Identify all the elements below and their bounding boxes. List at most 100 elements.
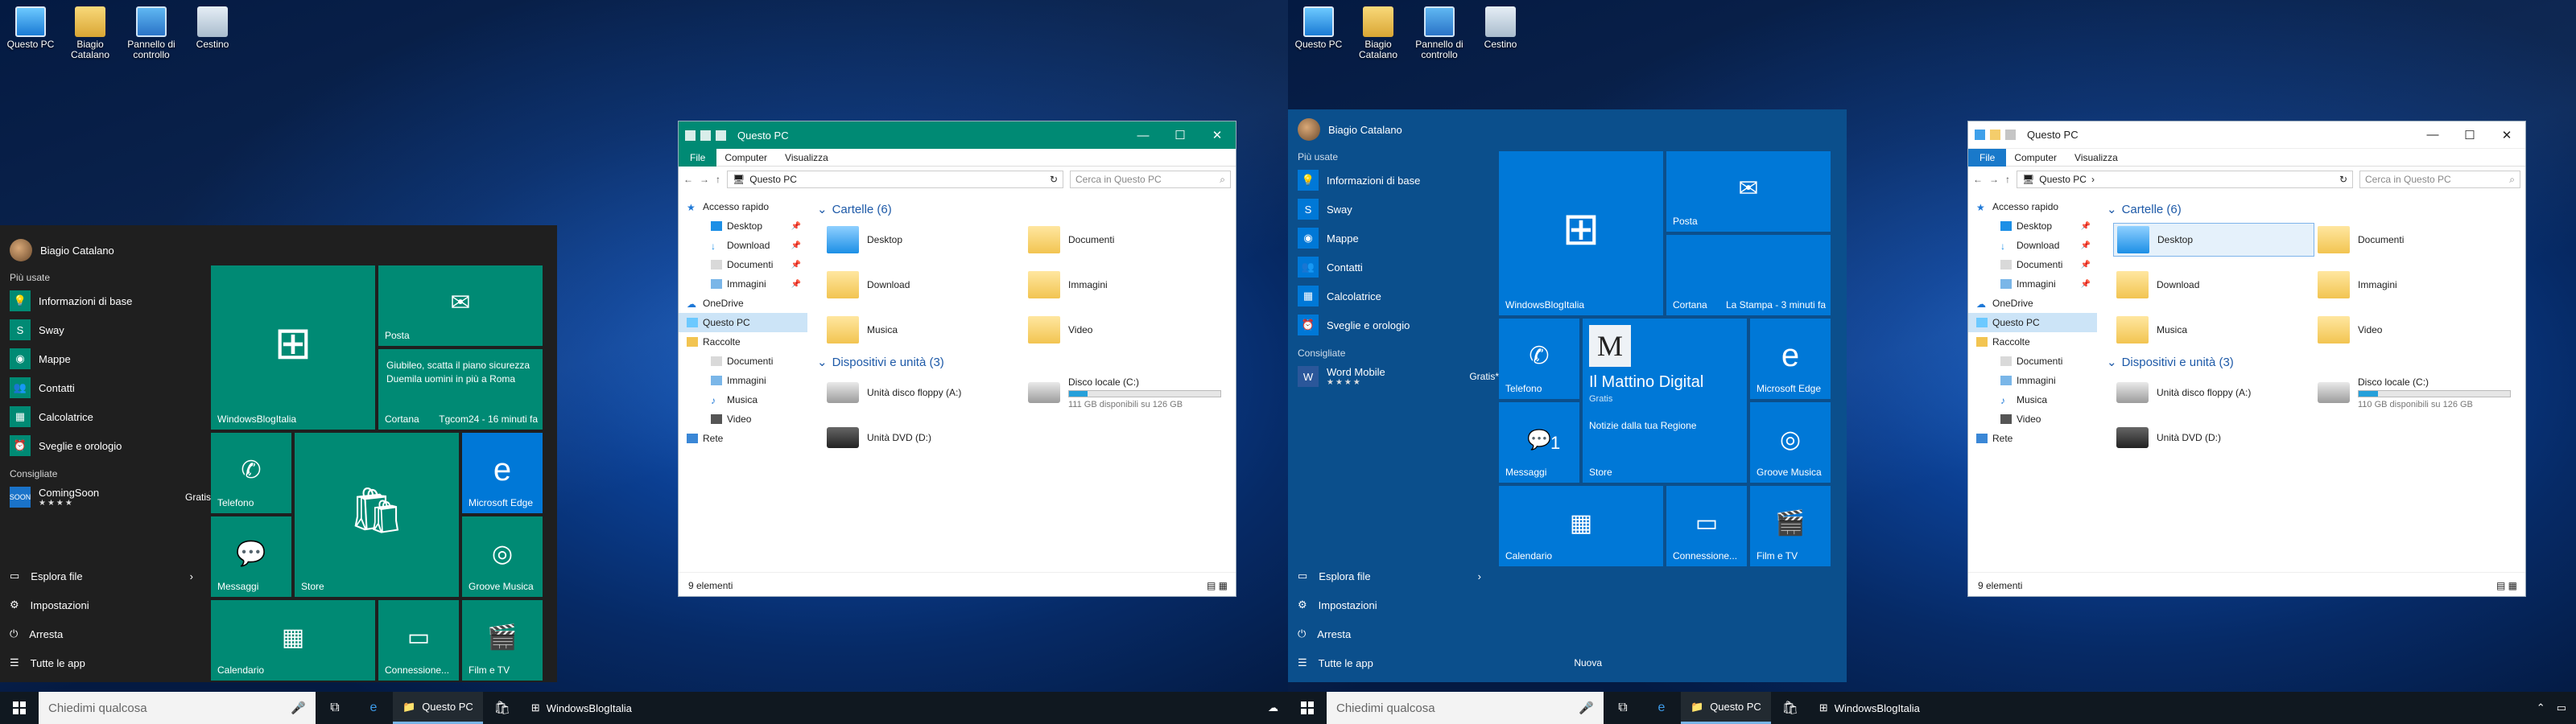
nav-quick-access[interactable]: ★ Accesso rapido [1968, 197, 2097, 216]
tile-phone[interactable]: ✆ Telefono [211, 433, 291, 513]
quick-access-toolbar[interactable] [685, 130, 726, 141]
nav-item[interactable]: Documenti [679, 352, 807, 371]
close-button[interactable]: ✕ [1199, 128, 1236, 142]
start-button[interactable] [1288, 692, 1327, 724]
notification-icon[interactable]: ☁ [1268, 701, 1278, 714]
tile-connect[interactable]: ▭ Connessione... [1666, 486, 1747, 566]
nav-item[interactable]: Desktop 📌 [1968, 216, 2097, 236]
cortana-search[interactable]: Chiedimi qualcosa 🎤 [1327, 692, 1604, 724]
all-apps-link[interactable]: ☰ Tutte le app [0, 648, 193, 677]
tile-messages[interactable]: 💬 Messaggi [211, 516, 291, 597]
taskbar-explorer[interactable]: 📁 Questo PC [1681, 692, 1771, 724]
folder-item[interactable]: Video [2314, 313, 2516, 347]
app-item[interactable]: 💡 Informazioni di base [1298, 166, 1499, 195]
tab-view[interactable]: Visualizza [2074, 152, 2118, 163]
tile-cortana[interactable]: Giubileo, scatta il piano sicurezza Duem… [378, 349, 543, 430]
desktop-icon-recycle-bin[interactable]: Cestino [184, 6, 242, 50]
desktop-icon-control-panel[interactable]: Pannello di controllo [1410, 6, 1468, 60]
refresh-icon[interactable]: ↻ [1050, 174, 1058, 185]
forward-icon[interactable]: → [700, 174, 709, 185]
nav-onedrive[interactable]: ☁ OneDrive [679, 294, 807, 313]
explorer-link[interactable]: ▭ Esplora file › [0, 562, 193, 590]
tab-view[interactable]: Visualizza [785, 152, 828, 163]
forward-icon[interactable]: → [1989, 174, 1999, 185]
tile-wbi[interactable]: ⊞ WindowsBlogItalia [1499, 151, 1663, 315]
tile-store[interactable]: 🛍 Store [295, 433, 459, 597]
nav-item[interactable]: ♪ Musica [1968, 390, 2097, 409]
drive-item[interactable]: Unità disco floppy (A:) [824, 376, 1025, 409]
nav-item[interactable]: Video [679, 409, 807, 429]
nav-item[interactable]: Video [1968, 409, 2097, 429]
address-box[interactable]: 🖥 Questo PC › ↻ [2017, 171, 2353, 188]
tile-edge[interactable]: e Microsoft Edge [1750, 319, 1831, 399]
nav-network[interactable]: Rete [1968, 429, 2097, 448]
up-icon[interactable]: ↑ [716, 174, 720, 185]
view-toggle-icon[interactable]: ▤ ▦ [1207, 580, 1228, 591]
tile-edge[interactable]: e Microsoft Edge [462, 433, 543, 513]
folder-item[interactable]: Musica [824, 313, 1025, 347]
up-icon[interactable]: ↑ [2005, 174, 2010, 185]
folder-item[interactable]: Download [824, 268, 1025, 302]
tile-messages[interactable]: 💬 1 Messaggi [1499, 402, 1579, 483]
nav-item[interactable]: Immagini 📌 [1968, 274, 2097, 294]
nav-item[interactable]: Documenti 📌 [1968, 255, 2097, 274]
chevron-up-icon[interactable]: ⌃ [2537, 701, 2545, 714]
edge-icon[interactable]: e [354, 701, 393, 715]
network-tray-icon[interactable]: ▭ [2557, 701, 2566, 714]
settings-link[interactable]: ⚙ Impostazioni [1288, 590, 1481, 619]
start-button[interactable] [0, 692, 39, 724]
settings-link[interactable]: ⚙ Impostazioni [0, 590, 193, 619]
maximize-button[interactable]: ☐ [2451, 128, 2488, 142]
desktop-icon-recycle-bin[interactable]: Cestino [1472, 6, 1530, 50]
address-box[interactable]: 🖥 Questo PC ↻ [727, 171, 1063, 188]
taskbar-wbi[interactable]: ⊞ WindowsBlogItalia [522, 692, 642, 724]
folder-item[interactable]: Download [2113, 268, 2314, 302]
drive-item[interactable]: Unità DVD (D:) [824, 421, 1025, 455]
app-item[interactable]: 👥 Contatti [1298, 253, 1499, 282]
minimize-button[interactable]: — [1125, 129, 1162, 142]
folder-item[interactable]: Video [1025, 313, 1226, 347]
view-toggle-icon[interactable]: ▤ ▦ [2496, 580, 2517, 591]
app-item[interactable]: 👥 Contatti [10, 373, 211, 402]
store-icon[interactable]: 🛍 [483, 700, 522, 716]
tab-computer[interactable]: Computer [2014, 152, 2057, 163]
tab-file[interactable]: File [679, 148, 717, 167]
app-item[interactable]: S Sway [10, 315, 211, 344]
power-link[interactable]: ⏻ Arresta [1288, 619, 1481, 648]
tile-groove[interactable]: ◎ Groove Musica [462, 516, 543, 597]
nav-quick-access[interactable]: ★ Accesso rapido [679, 197, 807, 216]
app-item[interactable]: 💡 Informazioni di base [10, 286, 211, 315]
all-apps-link[interactable]: ☰ Tutte le app Nuova [1288, 648, 1602, 677]
nav-this-pc[interactable]: Questo PC [679, 313, 807, 332]
folder-item[interactable]: Immagini [1025, 268, 1226, 302]
task-view-icon[interactable]: ⧉ [1604, 701, 1642, 715]
tab-computer[interactable]: Computer [724, 152, 767, 163]
folder-item[interactable]: Desktop [2113, 223, 2314, 257]
nav-libraries[interactable]: Raccolte [679, 332, 807, 352]
folder-item[interactable]: Documenti [1025, 223, 1226, 257]
desktop-icon-control-panel[interactable]: Pannello di controllo [122, 6, 180, 60]
nav-libraries[interactable]: Raccolte [1968, 332, 2097, 352]
nav-item[interactable]: ↓ Download 📌 [679, 236, 807, 255]
task-view-icon[interactable]: ⧉ [316, 701, 354, 715]
tile-cortana[interactable]: Cortana La Stampa - 3 minuti fa [1666, 235, 1831, 315]
folder-item[interactable]: Documenti [2314, 223, 2516, 257]
app-item[interactable]: ◉ Mappe [10, 344, 211, 373]
nav-this-pc[interactable]: Questo PC [1968, 313, 2097, 332]
desktop-icon-user[interactable]: Biagio Catalano [1349, 6, 1407, 60]
power-link[interactable]: ⏻ Arresta [0, 619, 193, 648]
tile-phone[interactable]: ✆ Telefono [1499, 319, 1579, 399]
edge-icon[interactable]: e [1642, 701, 1681, 715]
nav-onedrive[interactable]: ☁ OneDrive [1968, 294, 2097, 313]
nav-item[interactable]: ↓ Download 📌 [1968, 236, 2097, 255]
nav-item[interactable]: Immagini [679, 371, 807, 390]
app-item[interactable]: ⏰ Sveglie e orologio [1298, 311, 1499, 339]
drive-item[interactable]: Disco locale (C:) 111 GB disponibili su 1… [1025, 376, 1226, 409]
tile-mail[interactable]: ✉ Posta [378, 265, 543, 346]
nav-item[interactable]: Immagini [1968, 371, 2097, 390]
close-button[interactable]: ✕ [2488, 128, 2525, 142]
tile-mattino[interactable]: M Il Mattino Digital Gratis Notizie dall… [1583, 319, 1747, 483]
nav-item[interactable]: Documenti [1968, 352, 2097, 371]
tile-groove[interactable]: ◎ Groove Musica [1750, 402, 1831, 483]
app-item[interactable]: S Sway [1298, 195, 1499, 224]
